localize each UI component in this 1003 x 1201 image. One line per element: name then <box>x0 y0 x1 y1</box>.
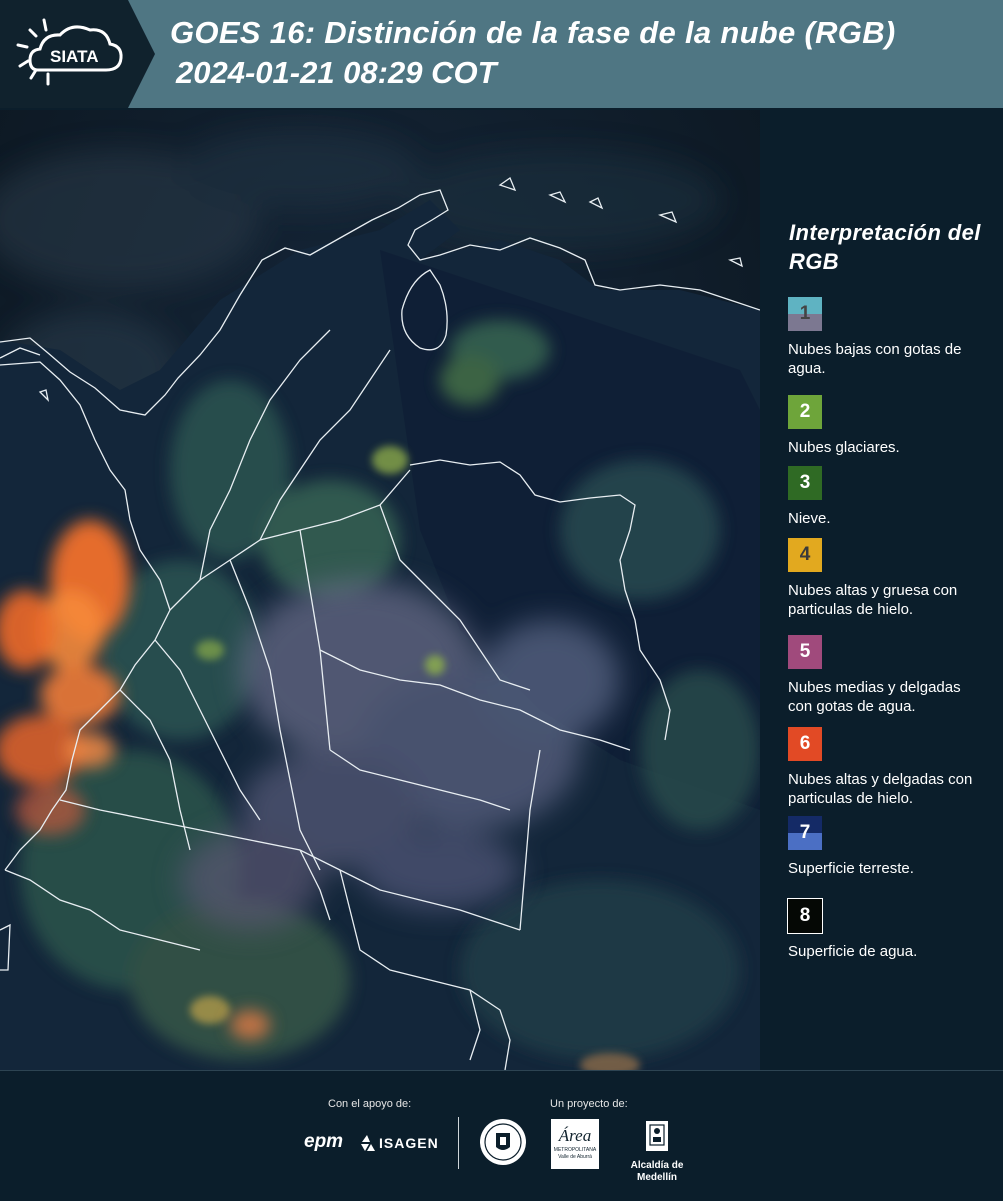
area-logo-sub: METROPOLITANA <box>553 1147 597 1153</box>
legend-title: Interpretación del RGB <box>789 220 981 274</box>
isagen-logo: ISAGEN <box>358 1133 439 1153</box>
legend-number: 7 <box>799 822 811 843</box>
legend-panel: Interpretación del RGB 1 Nubes bajas con … <box>762 110 1003 1070</box>
legend-number: 6 <box>799 733 811 754</box>
siata-logo: SIATA <box>0 0 155 108</box>
legend-item-1: 1 Nubes bajas con gotas de agua. <box>788 297 988 378</box>
legend-number: 1 <box>799 303 811 324</box>
isagen-icon <box>361 1135 375 1151</box>
university-seal-logo <box>478 1117 528 1172</box>
support-label: Con el apoyo de: <box>328 1098 412 1110</box>
legend-swatch-3: 3 <box>788 466 822 500</box>
legend-item-6: 6 Nubes altas y delgadas con particulas d… <box>788 727 988 808</box>
header-bar: SIATA GOES 16: Distinción de la fase de … <box>0 0 1003 108</box>
legend-swatch-5: 5 <box>788 635 822 669</box>
siata-logo-text: SIATA <box>50 47 98 66</box>
legend-label: Superficie terreste. <box>788 860 914 877</box>
legend-label: Superficie de agua. <box>788 943 918 960</box>
legend-label: Nubes altas y gruesa con particulas de h… <box>788 582 958 618</box>
legend-item-3: 3 Nieve. <box>788 466 988 528</box>
legend-label: Nubes glaciares. <box>788 439 900 456</box>
legend-label: Nieve. <box>788 510 831 527</box>
legend-item-7: 7 Superficie terreste. <box>788 816 988 878</box>
project-label: Un proyecto de: <box>550 1098 628 1110</box>
legend-label: Nubes medias y delgadas con gotas de agu… <box>788 679 961 715</box>
page-title: GOES 16: Distinción de la fase de la nub… <box>170 15 896 50</box>
legend-label: Nubes altas y delgadas con particulas de… <box>788 771 973 807</box>
legend-label: Nubes bajas con gotas de agua. <box>788 341 962 377</box>
area-metropolitana-logo: Área METROPOLITANA Valle de Aburrá <box>551 1119 599 1169</box>
footer-bar: Con el apoyo de: Un proyecto de: epm ISA… <box>0 1070 1003 1201</box>
alcaldia-text: Alcaldía de Medellín <box>630 1160 684 1183</box>
legend-swatch-1: 1 <box>788 297 822 331</box>
area-logo-sub2: Valle de Aburrá <box>558 1154 592 1160</box>
footer-divider <box>458 1117 459 1169</box>
legend-number: 5 <box>799 641 811 662</box>
legend-number: 2 <box>799 401 811 422</box>
alcaldia-logo: Alcaldía de Medellín <box>612 1119 702 1184</box>
epm-logo: epm <box>304 1131 344 1152</box>
legend-item-8: 8 Superficie de agua. <box>787 898 988 961</box>
legend-number: 4 <box>799 544 811 565</box>
legend-swatch-4: 4 <box>788 538 822 572</box>
legend-number: 3 <box>799 472 811 493</box>
legend-number: 8 <box>799 905 811 926</box>
page-date: 2024-01-21 08:29 COT <box>176 55 497 90</box>
alcaldia-shield-icon <box>646 1121 668 1151</box>
area-logo-text: Área <box>558 1126 592 1145</box>
legend-swatch-7: 7 <box>788 816 822 850</box>
isagen-text: ISAGEN <box>379 1135 439 1151</box>
legend-item-4: 4 Nubes altas y gruesa con particulas de … <box>788 538 988 619</box>
legend-swatch-2: 2 <box>788 395 822 429</box>
legend-swatch-8: 8 <box>787 898 823 934</box>
satellite-map <box>0 110 760 1070</box>
legend-item-2: 2 Nubes glaciares. <box>788 395 988 457</box>
legend-swatch-6: 6 <box>788 727 822 761</box>
legend-item-5: 5 Nubes medias y delgadas con gotas de ag… <box>788 635 988 716</box>
